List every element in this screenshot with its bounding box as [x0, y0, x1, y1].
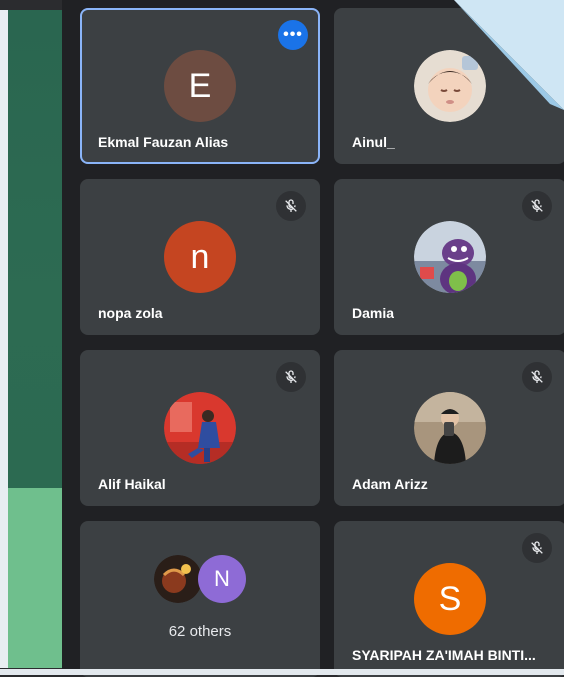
participant-name: Damia — [352, 305, 395, 321]
avatar-initial: n — [190, 237, 210, 276]
shared-content-preview-bottom — [8, 488, 62, 668]
participant-tile-nopa-zola[interactable]: n nopa zola — [80, 179, 320, 335]
participant-name: Alif Haikal — [98, 476, 166, 492]
participant-tile-ekmal[interactable]: ••• E Ekmal Fauzan Alias — [80, 8, 320, 164]
participant-grid: ••• E Ekmal Fauzan Alias Ainul_ n nopa z… — [62, 0, 564, 677]
participant-tile-adam-arizz[interactable]: Adam Arizz — [334, 350, 564, 506]
avatar: S — [414, 563, 486, 635]
participant-tile-damia[interactable]: Damia — [334, 179, 564, 335]
avatar: E — [164, 50, 236, 122]
participant-name: nopa zola — [98, 305, 163, 321]
others-avatar-stack: N — [154, 555, 254, 605]
avatar — [414, 392, 486, 464]
person-photo-icon — [414, 392, 486, 464]
avatar-initial: E — [188, 66, 212, 105]
window-bottom-border — [0, 669, 564, 675]
more-options-icon[interactable]: ••• — [278, 20, 308, 50]
avatar-initial: S — [438, 579, 462, 618]
avatar — [164, 392, 236, 464]
page-curl-decoration — [454, 0, 564, 110]
mic-off-icon — [522, 362, 552, 392]
avatar — [154, 555, 202, 603]
shared-content-preview[interactable] — [8, 10, 62, 488]
person-photo-icon — [164, 392, 236, 464]
participant-name: Ekmal Fauzan Alias — [98, 134, 229, 150]
participant-tile-alif-haikal[interactable]: Alif Haikal — [80, 350, 320, 506]
participant-name: SYARIPAH ZA'IMAH BINTI... — [352, 647, 536, 663]
avatar-initial: N — [214, 566, 230, 591]
mic-off-icon — [276, 362, 306, 392]
left-side-panel — [0, 0, 62, 675]
mic-off-icon — [522, 533, 552, 563]
avatar: n — [164, 221, 236, 293]
mic-off-icon — [276, 191, 306, 221]
left-edge-strip — [0, 10, 8, 668]
person-photo-icon — [154, 555, 202, 603]
mic-off-icon — [522, 191, 552, 221]
others-count-label: 62 others — [168, 623, 232, 640]
avatar — [414, 221, 486, 293]
others-tile[interactable]: N 62 others — [80, 521, 320, 677]
avatar: N — [198, 555, 246, 603]
purple-dinosaur-photo-icon — [414, 221, 486, 293]
participant-name: Adam Arizz — [352, 476, 428, 492]
participant-tile-syaripah[interactable]: S SYARIPAH ZA'IMAH BINTI... — [334, 521, 564, 677]
participant-name: Ainul_ — [352, 134, 395, 150]
